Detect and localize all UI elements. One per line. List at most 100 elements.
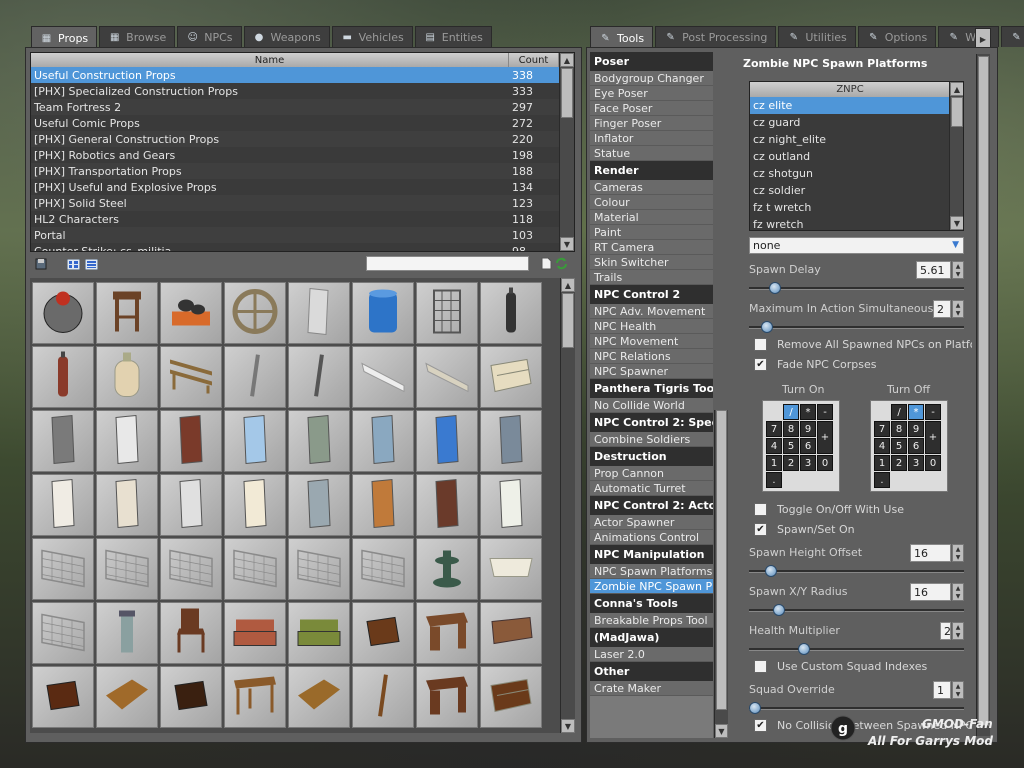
numpad-key[interactable]: 8 — [783, 421, 799, 437]
prop-spawn-icon[interactable] — [288, 474, 350, 536]
prop-spawn-icon[interactable] — [352, 666, 414, 728]
prop-spawn-icon[interactable] — [416, 410, 478, 472]
tab-weapons[interactable]: ● Weapons — [243, 26, 330, 47]
tool-category-header[interactable]: Other — [590, 662, 713, 681]
tool-category-header[interactable]: NPC Control 2: Specif... — [590, 413, 713, 432]
toggle-use-checkbox[interactable] — [754, 503, 767, 516]
list-item[interactable]: HL2 Characters 118 — [31, 211, 574, 227]
squad-override-spinner[interactable]: ▲ ▼ — [952, 681, 964, 699]
znpc-list[interactable]: ZNPC cz elite cz guard cz night_elite cz ou… — [749, 81, 964, 231]
numpad-key[interactable]: . — [874, 472, 890, 488]
numpad-key[interactable]: / — [891, 404, 907, 420]
tool-item[interactable]: NPC Spawn Platforms — [590, 564, 713, 579]
radius-slider[interactable] — [749, 604, 964, 616]
large-icons-view-icon[interactable] — [66, 258, 80, 271]
numpad-key[interactable]: 7 — [766, 421, 782, 437]
numpad-key[interactable]: 5 — [891, 438, 907, 454]
tab-props[interactable]: ▦ Props — [31, 26, 98, 49]
tool-item[interactable]: No Collide World — [590, 398, 713, 413]
max-action-spinner[interactable]: ▲ ▼ — [952, 300, 964, 318]
numpad-key[interactable]: 6 — [908, 438, 924, 454]
tab-npc[interactable]: ✎NPC — [1000, 26, 1024, 47]
spawn-delay-slider[interactable] — [749, 282, 964, 294]
slider-knob[interactable] — [797, 643, 810, 655]
tool-category-header[interactable]: Poser — [590, 52, 713, 71]
tool-category-header[interactable]: Panthera Tigris Tools — [590, 379, 713, 398]
numpad-key[interactable]: 1 — [874, 455, 890, 471]
tab-tools[interactable]: ✎ Tools — [590, 26, 654, 49]
tool-item[interactable]: Inflator — [590, 131, 713, 146]
tool-item[interactable]: Colour — [590, 195, 713, 210]
list-item[interactable]: Useful Construction Props 338 — [31, 67, 574, 83]
prop-spawn-icon[interactable] — [160, 602, 222, 664]
scroll-down-icon[interactable]: ▼ — [715, 724, 728, 738]
prop-spawn-icon[interactable] — [96, 538, 158, 600]
numpad-key[interactable]: 4 — [874, 438, 890, 454]
numpad-key[interactable]: 3 — [908, 455, 924, 471]
tool-item[interactable]: Cameras — [590, 180, 713, 195]
prop-spawn-icon[interactable] — [224, 346, 286, 408]
prop-spawn-icon[interactable] — [160, 538, 222, 600]
prop-spawn-icon[interactable] — [288, 602, 350, 664]
prop-spawn-icon[interactable] — [288, 538, 350, 600]
tool-item[interactable]: Trails — [590, 270, 713, 285]
prop-spawn-icon[interactable] — [288, 346, 350, 408]
radius-spinner[interactable]: ▲ ▼ — [952, 583, 964, 601]
prop-spawn-icon[interactable] — [224, 602, 286, 664]
prop-spawn-icon[interactable] — [416, 474, 478, 536]
health-multiplier-input[interactable]: 2 — [940, 622, 951, 640]
prop-spawn-icon[interactable] — [416, 346, 478, 408]
list-view-icon[interactable] — [84, 258, 98, 271]
numpad-key[interactable]: 1 — [766, 455, 782, 471]
tool-item[interactable]: Material — [590, 210, 713, 225]
tool-item[interactable]: Laser 2.0 — [590, 647, 713, 662]
scroll-thumb[interactable] — [562, 293, 574, 348]
max-action-slider[interactable] — [749, 321, 964, 333]
tool-item[interactable]: Finger Poser — [590, 116, 713, 131]
prop-spawn-icon[interactable] — [352, 410, 414, 472]
prop-spawn-icon[interactable] — [224, 474, 286, 536]
slider-knob[interactable] — [765, 565, 778, 577]
tool-item[interactable]: Crate Maker — [590, 681, 713, 696]
tool-item[interactable]: Breakable Props Tool — [590, 613, 713, 628]
numpad-key[interactable]: + — [925, 421, 941, 454]
numpad-key[interactable]: 2 — [891, 455, 907, 471]
list-item[interactable]: Team Fortress 2 297 — [31, 99, 574, 115]
tool-category-header[interactable]: Destruction — [590, 447, 713, 466]
tool-item[interactable]: Actor Spawner — [590, 515, 713, 530]
znpc-row[interactable]: fz wretch — [750, 216, 950, 230]
list-item[interactable]: [PHX] Solid Steel 123 — [31, 195, 574, 211]
tool-item[interactable]: Automatic Turret — [590, 481, 713, 496]
radius-input[interactable]: 16 — [910, 583, 951, 601]
tool-category-header[interactable]: (MadJawa) — [590, 628, 713, 647]
prop-spawn-icon[interactable] — [224, 538, 286, 600]
prop-spawn-icon[interactable] — [480, 410, 542, 472]
prop-spawn-icon[interactable] — [96, 410, 158, 472]
tool-item[interactable]: Eye Poser — [590, 86, 713, 101]
list-item[interactable]: [PHX] Transportation Props 188 — [31, 163, 574, 179]
prop-spawn-icon[interactable] — [416, 538, 478, 600]
count-column-header[interactable]: Count — [509, 53, 559, 67]
tab-entities[interactable]: ▤ Entities — [414, 26, 492, 47]
prop-spawn-icon[interactable] — [288, 282, 350, 344]
health-multiplier-spinner[interactable]: ▲ ▼ — [952, 622, 964, 640]
prop-spawn-icon[interactable] — [32, 602, 94, 664]
numpad-key[interactable]: * — [800, 404, 816, 420]
settings-scrollbar[interactable] — [976, 54, 990, 736]
slider-knob[interactable] — [749, 702, 761, 714]
tool-item[interactable]: Bodygroup Changer — [590, 71, 713, 86]
tab-utilities[interactable]: ✎ Utilities — [778, 26, 856, 47]
tool-item[interactable]: Paint — [590, 225, 713, 240]
scroll-thumb[interactable] — [561, 68, 573, 118]
prop-spawn-icon[interactable] — [480, 538, 542, 600]
slider-knob[interactable] — [769, 282, 782, 294]
list-item[interactable]: [PHX] General Construction Props 220 — [31, 131, 574, 147]
znpc-scrollbar[interactable]: ▲ ▼ — [949, 82, 963, 230]
prop-spawn-icon[interactable] — [224, 282, 286, 344]
numpad-key[interactable]: 9 — [908, 421, 924, 437]
numpad-key[interactable]: 3 — [800, 455, 816, 471]
scroll-down-icon[interactable]: ▼ — [561, 719, 575, 733]
scroll-down-icon[interactable]: ▼ — [950, 216, 963, 230]
tab-post-processing[interactable]: ✎ Post Processing — [655, 26, 777, 47]
weapon-dropdown[interactable]: none ▼ — [749, 237, 964, 254]
